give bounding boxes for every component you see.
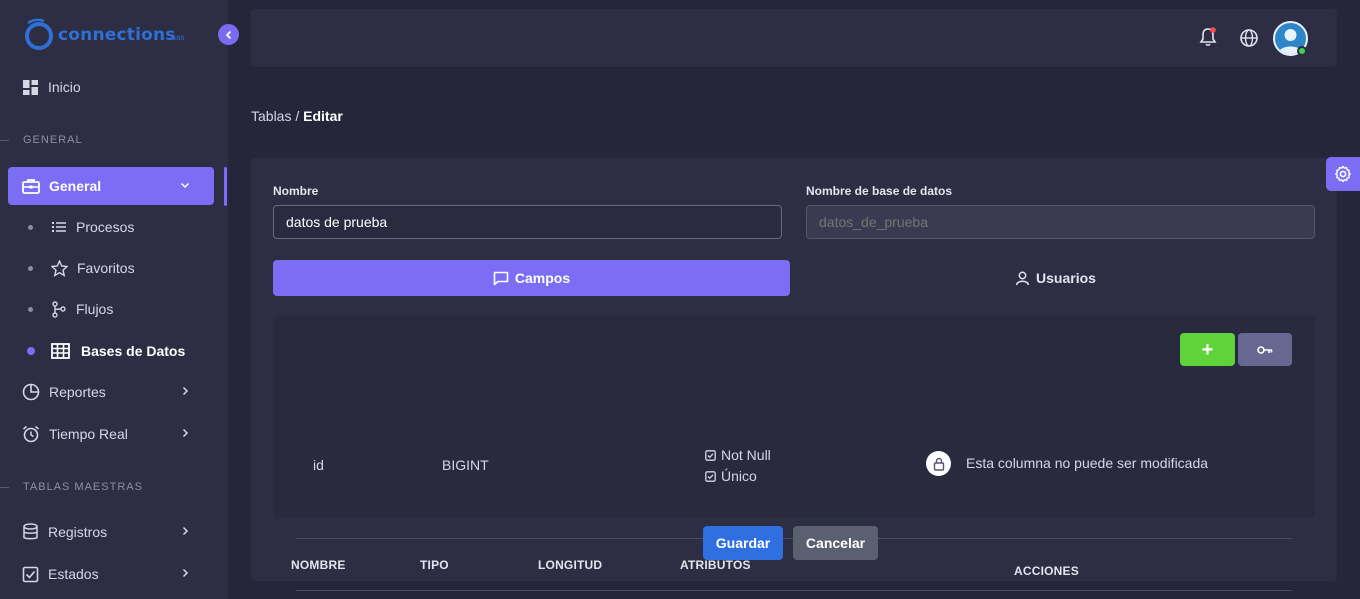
attribute-not-null: Not Null [705,447,771,463]
cell-tipo: BIGINT [442,457,489,473]
logo-mark-icon [25,18,53,50]
db-name-input [806,205,1315,239]
chat-icon [493,271,509,285]
sidebar-subitem-label: Flujos [76,301,114,317]
sidebar-item-label: Reportes [49,384,106,400]
brand-logo[interactable]: connections sas [22,16,192,54]
attribute-label: Único [721,468,757,484]
gear-icon [1335,165,1351,183]
active-indicator [224,167,227,206]
sidebar-subitem-label: Bases de Datos [81,343,186,359]
edit-table-card: Nombre Nombre de base de datos Campos Us… [251,158,1337,591]
bullet [28,265,33,271]
cell-nombre: id [313,457,324,473]
table-grid-icon [51,343,70,359]
chevron-right-icon [182,386,189,396]
fields-table-panel: + NOMBRE TIPO LONGITUD ATRIBUTOS ACCIONE… [273,316,1315,591]
cancel-button[interactable]: Cancelar [793,526,878,560]
column-header-tipo: TIPO [420,558,449,572]
add-field-button[interactable]: + [1180,333,1235,366]
checkbox-checked-icon [705,449,716,461]
sidebar-subitem-label: Procesos [76,219,135,235]
attribute-unico: Único [705,468,757,484]
chevron-right-icon [182,568,189,578]
chevron-left-icon [225,30,231,39]
table-header-border [296,590,1292,591]
column-header-acciones: ACCIONES [1014,564,1079,578]
chevron-right-icon [182,428,189,438]
bullet-active [27,347,35,355]
database-icon [23,523,38,540]
tab-label: Usuarios [1036,270,1096,286]
top-bar [251,9,1337,67]
breadcrumb-current: Editar [303,108,343,124]
bullet [28,306,33,312]
lock-icon [933,457,944,471]
section-label-general: GENERAL [23,134,83,146]
brand-suffix: sas [172,33,185,42]
sidebar-item-registros[interactable]: Registros [8,513,214,551]
sidebar-item-inicio[interactable]: Inicio [8,68,214,106]
sidebar-item-tiempo-real[interactable]: Tiempo Real [8,415,214,453]
checkbox-icon [22,566,39,582]
sidebar-subitem-favoritos[interactable]: Favoritos [28,253,135,283]
sidebar-item-reportes[interactable]: Reportes [8,373,214,411]
sidebar-item-label: Registros [48,524,108,540]
sidebar-item-label: General [49,178,102,194]
section-divider [0,140,9,141]
column-header-nombre: NOMBRE [291,558,346,572]
sidebar-item-label: Estados [48,566,99,582]
globe-icon[interactable] [1239,28,1259,48]
section-label-tablas-maestras: TABLAS MAESTRAS [23,481,143,493]
primary-key-button[interactable] [1238,333,1292,366]
sidebar-subitem-flujos[interactable]: Flujos [28,294,113,324]
nombre-input[interactable] [273,205,782,239]
brand-name: connections [58,25,176,45]
sidebar-subitem-bases-de-datos[interactable]: Bases de Datos [27,336,186,366]
attribute-label: Not Null [721,447,771,463]
sidebar-item-general[interactable]: General [8,167,214,205]
sidebar-collapse-button[interactable] [218,24,239,45]
nombre-label: Nombre [273,184,319,198]
key-icon [1257,345,1273,354]
save-button[interactable]: Guardar [703,526,783,560]
checkbox-checked-icon [705,470,716,482]
column-header-atributos: ATRIBUTOS [680,558,751,572]
settings-drawer-button[interactable] [1326,157,1360,191]
section-divider [0,487,9,488]
sidebar-subitem-label: Favoritos [77,260,135,276]
bullet [28,224,33,230]
plus-icon: + [1201,338,1214,361]
breadcrumb: Tablas / Editar [251,108,343,124]
dashboard-icon [23,79,38,95]
tab-usuarios[interactable]: Usuarios [797,260,1314,296]
star-icon [51,259,68,277]
sidebar-subitem-procesos[interactable]: Procesos [28,212,134,242]
chevron-right-icon [182,526,189,536]
sidebar-item-label: Tiempo Real [49,426,128,442]
online-status-dot [1297,46,1307,56]
sidebar: connections sas Inicio GENERAL General P… [0,0,228,599]
locked-column-message: Esta columna no puede ser modificada [966,455,1209,471]
user-icon [1015,271,1030,285]
column-header-longitud: LONGITUD [538,558,603,572]
list-icon [52,222,66,232]
flow-icon [52,300,66,318]
breadcrumb-parent[interactable]: Tablas [251,108,291,124]
sidebar-item-estados[interactable]: Estados [8,555,214,593]
tab-campos[interactable]: Campos [273,260,790,296]
chevron-down-icon [180,182,190,189]
tab-label: Campos [514,270,571,286]
lock-badge [926,451,951,476]
breadcrumb-separator: / [291,108,304,124]
sidebar-item-label: Inicio [48,79,81,95]
db-name-label: Nombre de base de datos [806,184,953,198]
bell-icon[interactable] [1198,26,1218,48]
alarm-clock-icon [23,425,39,443]
pie-chart-icon [22,383,40,401]
briefcase-icon [22,179,40,194]
